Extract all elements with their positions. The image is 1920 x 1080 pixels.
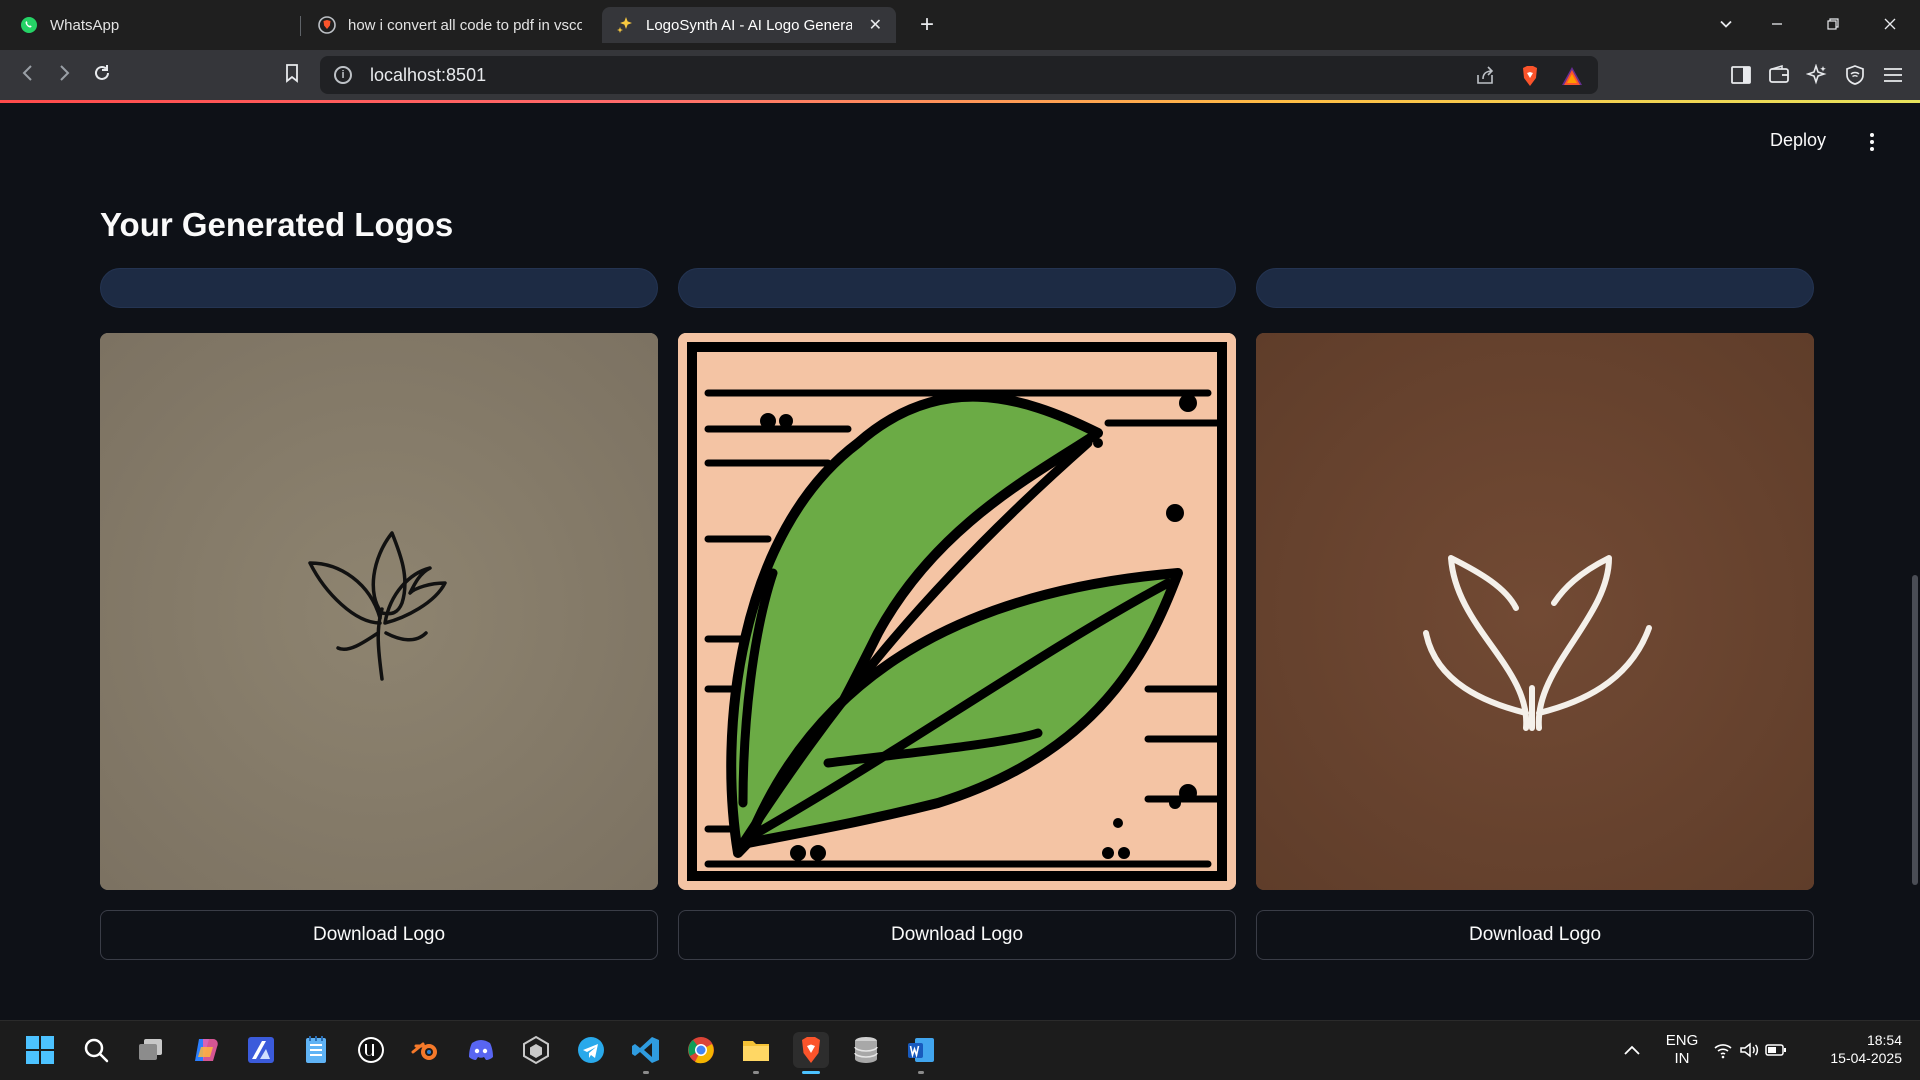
show-hidden-icons-icon[interactable] bbox=[1614, 1032, 1650, 1068]
reload-icon[interactable] bbox=[88, 62, 116, 90]
new-tab-button[interactable]: + bbox=[912, 10, 942, 40]
clock-date: 15-04-2025 bbox=[1830, 1050, 1902, 1066]
affinity-icon[interactable] bbox=[243, 1032, 279, 1068]
brave-search-icon bbox=[318, 16, 336, 34]
logo-tab-pill bbox=[1256, 268, 1814, 308]
tab-label: LogoSynth AI - AI Logo Genera bbox=[646, 16, 852, 34]
taskbar-running-indicator bbox=[643, 1071, 649, 1074]
green-leaf-logo bbox=[678, 333, 1236, 890]
tab-label: WhatsApp bbox=[50, 16, 120, 34]
brave-shields-icon[interactable] bbox=[1518, 64, 1542, 88]
whatsapp-icon bbox=[20, 16, 38, 34]
page-scrollbar[interactable] bbox=[1912, 575, 1918, 885]
main-menu-icon[interactable] bbox=[1862, 128, 1882, 156]
browser-chrome: WhatsApp how i convert all code to pdf i… bbox=[0, 0, 1920, 103]
system-tray-status[interactable] bbox=[1710, 1032, 1790, 1068]
battery-icon bbox=[1765, 1044, 1786, 1056]
search-icon[interactable] bbox=[78, 1032, 114, 1068]
address-bar[interactable]: i localhost:8501 bbox=[320, 56, 1598, 94]
restore-icon[interactable] bbox=[1810, 10, 1856, 40]
download-logo-button[interactable]: Download Logo bbox=[678, 910, 1236, 960]
tab-label: how i convert all code to pdf in vsco bbox=[348, 16, 582, 34]
brave-icon[interactable] bbox=[793, 1032, 829, 1068]
notepad-icon[interactable] bbox=[298, 1032, 334, 1068]
language-code: ENG bbox=[1665, 1032, 1699, 1049]
volume-icon bbox=[1740, 1042, 1759, 1058]
file-explorer-icon[interactable] bbox=[738, 1032, 774, 1068]
tab-separator bbox=[300, 16, 301, 36]
clock-time: 18:54 bbox=[1866, 1032, 1902, 1048]
share-icon[interactable] bbox=[1473, 64, 1497, 88]
brave-rewards-icon[interactable] bbox=[1560, 64, 1584, 88]
language-region: IN bbox=[1674, 1050, 1690, 1067]
address-url[interactable]: localhost:8501 bbox=[370, 65, 486, 86]
language-indicator[interactable]: ENG IN bbox=[1660, 1032, 1704, 1068]
chrome-icon[interactable] bbox=[683, 1032, 719, 1068]
logo-image-2 bbox=[678, 333, 1236, 890]
close-window-icon[interactable] bbox=[1867, 10, 1913, 40]
sparkles-icon bbox=[616, 16, 634, 34]
logo-tab-pill bbox=[678, 268, 1236, 308]
download-logo-button[interactable]: Download Logo bbox=[1256, 910, 1814, 960]
logo-image-3 bbox=[1256, 333, 1814, 890]
start-icon[interactable] bbox=[22, 1032, 58, 1068]
copilot-icon[interactable] bbox=[188, 1032, 224, 1068]
unity-icon[interactable] bbox=[518, 1032, 554, 1068]
tab-search[interactable]: how i convert all code to pdf in vsco bbox=[304, 7, 596, 43]
taskbar-active-indicator bbox=[802, 1071, 820, 1074]
sketch-leaf-logo bbox=[100, 333, 658, 890]
deploy-button[interactable]: Deploy bbox=[1770, 130, 1826, 151]
back-icon[interactable] bbox=[14, 62, 42, 90]
task-view-icon[interactable] bbox=[133, 1032, 169, 1068]
bookmark-icon[interactable] bbox=[278, 62, 306, 90]
download-logo-button[interactable]: Download Logo bbox=[100, 910, 658, 960]
tab-search-chevron-icon[interactable] bbox=[1703, 10, 1749, 40]
wifi-icon bbox=[1714, 1044, 1732, 1059]
vscode-icon[interactable] bbox=[628, 1032, 664, 1068]
taskbar-running-indicator bbox=[918, 1071, 924, 1074]
clock[interactable]: 18:54 15-04-2025 bbox=[1810, 1031, 1902, 1067]
vpn-shield-icon[interactable] bbox=[1842, 62, 1868, 88]
white-tulip-logo bbox=[1256, 333, 1814, 890]
page-title: Your Generated Logos bbox=[100, 206, 454, 243]
unreal-engine-icon[interactable] bbox=[353, 1032, 389, 1068]
tab-bar: WhatsApp how i convert all code to pdf i… bbox=[0, 0, 1920, 50]
discord-icon[interactable] bbox=[463, 1032, 499, 1068]
wallet-icon[interactable] bbox=[1766, 62, 1792, 88]
tab-logosynth[interactable]: LogoSynth AI - AI Logo Genera ✕ bbox=[602, 7, 896, 43]
word-icon[interactable] bbox=[903, 1032, 939, 1068]
database-icon[interactable] bbox=[848, 1032, 884, 1068]
menu-icon[interactable] bbox=[1880, 62, 1906, 88]
logo-image-1 bbox=[100, 333, 658, 890]
sidebar-toggle-icon[interactable] bbox=[1728, 62, 1754, 88]
tab-whatsapp[interactable]: WhatsApp bbox=[6, 7, 296, 43]
close-tab-icon[interactable]: ✕ bbox=[869, 15, 882, 35]
minimize-icon[interactable] bbox=[1754, 10, 1800, 40]
logo-tab-pill bbox=[100, 268, 658, 308]
taskbar-running-indicator bbox=[753, 1071, 759, 1074]
forward-icon[interactable] bbox=[50, 62, 78, 90]
blender-icon[interactable] bbox=[408, 1032, 444, 1068]
leo-ai-icon[interactable] bbox=[1804, 62, 1830, 88]
site-info-icon[interactable]: i bbox=[334, 66, 352, 84]
telegram-icon[interactable] bbox=[573, 1032, 609, 1068]
